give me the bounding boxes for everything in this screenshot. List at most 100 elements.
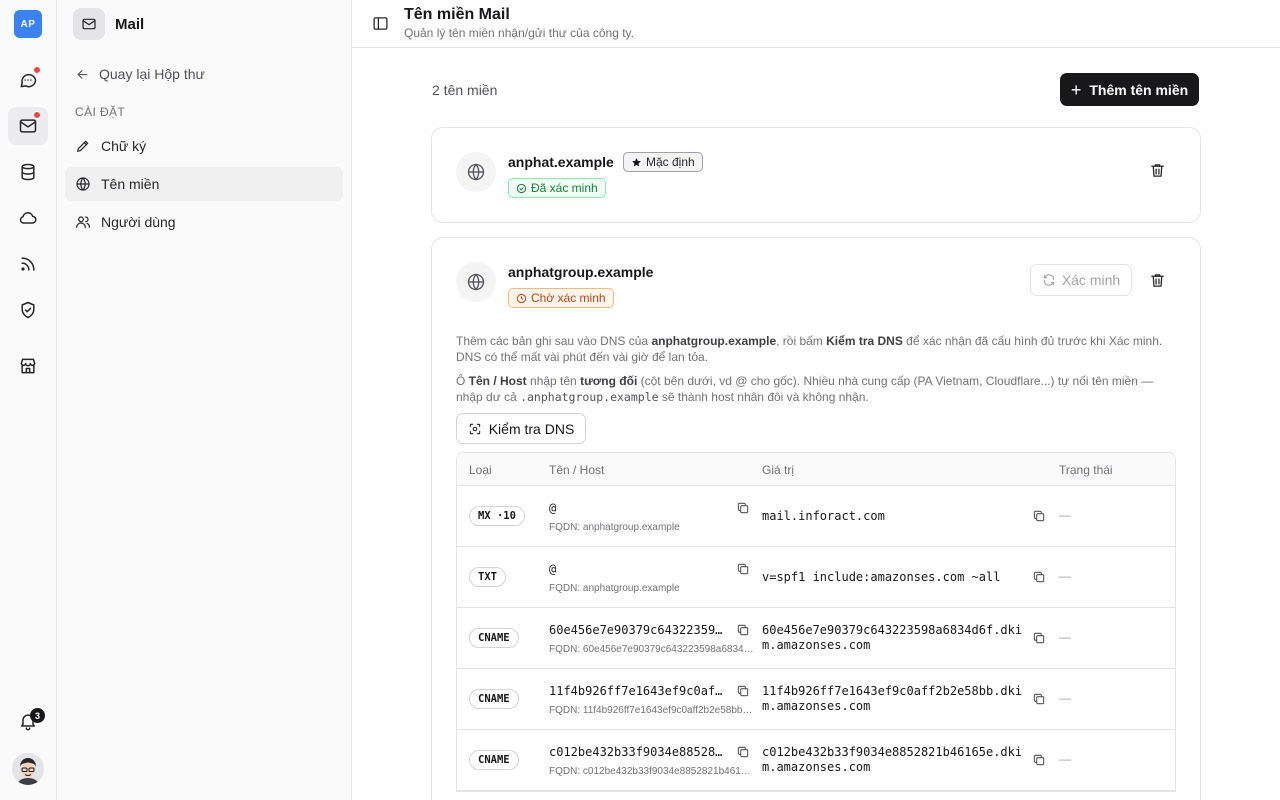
help-domain: anphatgroup.example [651,334,777,348]
copy-host-button[interactable] [736,745,750,759]
panel-left-icon [373,17,388,30]
globe-icon [456,262,496,302]
record-fqdn: FQDN: anphatgroup.example [549,522,680,533]
domain-count: 2 tên miền [432,82,498,98]
record-type-pill: CNAME [469,689,519,709]
rail-cloud-button[interactable] [8,199,48,237]
record-status: — [1059,569,1071,583]
unread-dot [33,66,41,74]
copy-icon [737,502,749,514]
trash-icon [1151,274,1164,287]
rail-security-button[interactable] [8,291,48,329]
copy-icon [1033,510,1045,522]
dns-records-table: Loại Tên / Host Giá trị Trạng thái MX ·1… [456,452,1176,792]
scan-icon [469,423,480,434]
add-domain-label: Thêm tên miền [1089,81,1189,98]
column-header: Tên / Host [549,463,605,477]
copy-icon [737,746,749,758]
add-domain-button[interactable]: + Thêm tên miền [1060,73,1199,106]
check-dns-button[interactable]: Kiểm tra DNS [456,413,586,444]
dns-instructions: Thêm các bản ghi sau vào DNS của anphatg… [456,333,1178,365]
rail-database-button[interactable] [8,153,48,191]
app-logo[interactable]: AP [14,10,42,38]
record-value: 11f4b926ff7e1643ef9c0aff2b2e58bb.dkim.am… [762,684,1023,713]
record-host: 11f4b926ff7e1643ef9c0aff2b2e58bb._domain… [549,684,727,698]
record-host: c012be432b33f9034e8852821b46165e._domain… [549,745,727,759]
copy-value-button[interactable] [1032,509,1046,523]
app-rail: AP 3 [0,0,57,800]
record-value: v=spf1 include:amazonses.com ~all [762,570,1001,584]
copy-value-button[interactable] [1032,570,1046,584]
record-type-pill: TXT [469,567,506,587]
sidebar-toggle-button[interactable] [372,15,389,32]
table-row: MX ·10 @ FQDN: anphatgroup.example mail.… [457,486,1175,547]
table-row: CNAME 11f4b926ff7e1643ef9c0aff2b2e58bb._… [457,669,1175,730]
column-header: Giá trị [762,463,795,477]
copy-icon [737,624,749,636]
record-fqdn: FQDN: anphatgroup.example [549,583,680,594]
record-host: @ [549,501,557,515]
record-fqdn: FQDN: 11f4b926ff7e1643ef9c0aff2b2e58bb._… [549,705,755,716]
copy-icon [1033,571,1045,583]
record-type-pill: CNAME [469,750,519,770]
user-avatar[interactable] [12,753,44,785]
copy-host-button[interactable] [736,501,750,515]
sidebar-item-label: Người dùng [101,214,176,230]
arrow-left-icon [77,69,88,79]
record-value: mail.inforact.com [762,509,885,523]
back-link-label: Quay lại Hộp thư [99,66,205,82]
rail-chat-button[interactable] [8,61,48,99]
sidebar-header: Mail [73,8,144,40]
trash-icon [1151,164,1164,177]
rail-store-button[interactable] [8,347,48,385]
check-circle-icon [516,183,527,193]
record-status: — [1059,752,1071,766]
avatar-illustration [12,753,44,785]
status-badge: Chờ xác minh [508,288,614,308]
refresh-icon [1043,274,1055,286]
settings-sidebar: Mail Quay lại Hộp thư CÀI ĐẶT Chữ ký Tên… [57,0,352,800]
copy-value-button[interactable] [1032,753,1046,767]
sidebar-item-signature[interactable]: Chữ ký [65,129,343,163]
copy-host-button[interactable] [736,684,750,698]
copy-icon [1033,693,1045,705]
copy-value-button[interactable] [1032,631,1046,645]
record-status: — [1059,691,1071,705]
help-text: Thêm các bản ghi sau vào DNS của [456,334,652,348]
globe-icon [76,177,90,191]
users-icon [76,216,90,228]
status-badge: Đã xác minh [508,178,606,198]
record-fqdn: FQDN: c012be432b33f9034e8852821b46165e._… [549,766,755,777]
domain-card: anphatgroup.example Chờ xác minh Xác min… [431,237,1201,800]
table-row: CNAME c012be432b33f9034e8852821b46165e._… [457,730,1175,791]
rail-mail-button[interactable] [8,107,48,145]
default-badge-label: Mặc định [646,155,695,169]
copy-host-button[interactable] [736,623,750,637]
sidebar-item-users[interactable]: Người dùng [65,205,343,239]
mail-icon [19,119,37,133]
delete-domain-button[interactable] [1149,162,1167,180]
record-host: 60e456e7e90379c643223598a6834d6f._domain… [549,623,727,637]
delete-domain-button[interactable] [1149,272,1167,290]
help-text: , rồi bấm [776,334,827,348]
copy-value-button[interactable] [1032,692,1046,706]
verify-button[interactable]: Xác minh [1030,264,1132,296]
plus-icon: + [1070,79,1082,100]
rail-rss-button[interactable] [8,245,48,283]
domain-name: anphatgroup.example [508,264,654,280]
sidebar-item-domains[interactable]: Tên miền [65,167,343,201]
verify-button-label: Xác minh [1061,272,1121,288]
record-value: 60e456e7e90379c643223598a6834d6f.dkim.am… [762,623,1023,652]
table-row: CNAME 60e456e7e90379c643223598a6834d6f._… [457,608,1175,669]
settings-section-label: CÀI ĐẶT [75,105,126,119]
back-to-inbox-link[interactable]: Quay lại Hộp thư [75,64,205,84]
record-type-pill: MX ·10 [469,506,525,526]
copy-host-button[interactable] [736,562,750,576]
page-subtitle: Quản lý tên miền nhận/gửi thư của công t… [404,26,634,40]
host-instructions: Ô Tên / Host nhập tên tương đối (cột bên… [456,373,1178,405]
copy-icon [1033,632,1045,644]
default-badge: Mặc định [623,152,703,172]
copy-icon [1033,754,1045,766]
page-header: Tên miền Mail Quản lý tên miền nhận/gửi … [352,0,1280,48]
database-icon [21,163,35,181]
